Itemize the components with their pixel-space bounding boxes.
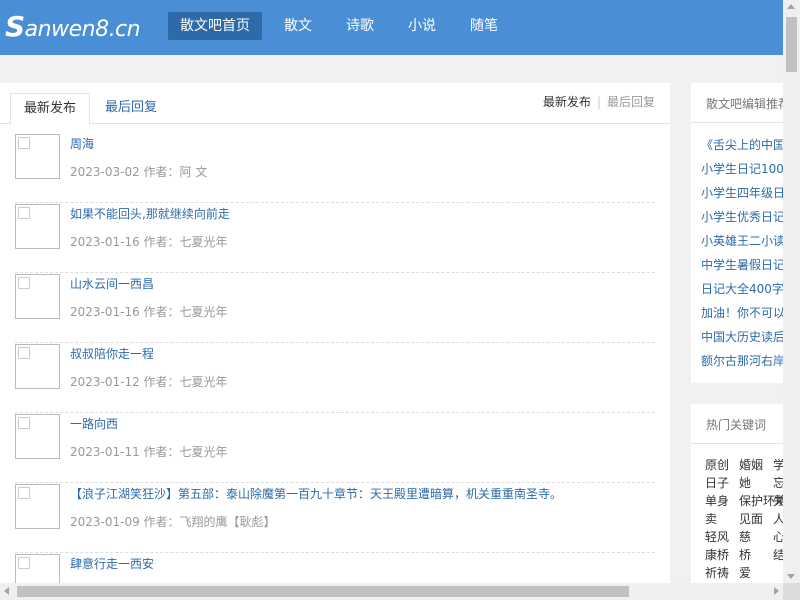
- site-logo[interactable]: Sanwen8.cn: [5, 10, 141, 43]
- article-thumbnail[interactable]: [15, 484, 60, 529]
- list-item: 【浪子江湖笑狂沙】第五部：泰山除魔第一百九十章节：天王殿里遭暗算，机关重重南圣寺…: [15, 483, 655, 553]
- article-title-link[interactable]: 肆意行走一西安: [70, 555, 154, 572]
- article-meta: 2023-03-02 作者：阿 文: [70, 165, 208, 179]
- scrollbar-corner: [783, 583, 800, 600]
- article-meta: 2023-01-16 作者：七夏光年: [70, 235, 228, 249]
- article-title-link[interactable]: 周海: [70, 135, 94, 152]
- tab-latest[interactable]: 最新发布: [10, 93, 90, 125]
- recommend-title: 散文吧编辑推荐: [706, 97, 791, 111]
- vertical-scrollbar[interactable]: [783, 0, 800, 583]
- keyword-link[interactable]: 见面: [739, 510, 773, 528]
- article-title-link[interactable]: 山水云间一西昌: [70, 275, 154, 292]
- nav-novel[interactable]: 小说: [396, 12, 448, 40]
- keywords-title: 热门关键词: [706, 418, 767, 432]
- article-thumbnail[interactable]: [15, 344, 60, 389]
- tab-bar: 最新发布 最后回复 最新发布 | 最后回复: [0, 83, 670, 125]
- keyword-link[interactable]: 单身: [705, 492, 739, 510]
- nav-prose[interactable]: 散文: [272, 12, 324, 40]
- article-meta: 2023-01-12 作者：七夏光年: [70, 375, 228, 389]
- vertical-scroll-thumb[interactable]: [786, 17, 797, 72]
- list-item: 山水云间一西昌 2023-01-16 作者：七夏光年: [15, 273, 655, 343]
- keyword-link[interactable]: 日子: [705, 474, 739, 492]
- scroll-up-icon[interactable]: [787, 4, 795, 9]
- article-title-link[interactable]: 叔叔陪你走一程: [70, 345, 154, 362]
- article-list: 周海 2023-03-02 作者：阿 文 如果不能回头,那就继续向前走 2023…: [15, 133, 655, 588]
- horizontal-scroll-thumb[interactable]: [17, 586, 629, 597]
- keyword-link[interactable]: 桥: [739, 546, 773, 564]
- site-header: Sanwen8.cn 散文吧首页 散文 诗歌 小说 随笔: [0, 0, 783, 55]
- keyword-link[interactable]: 康桥: [705, 546, 739, 564]
- keyword-link[interactable]: 轻风: [705, 528, 739, 546]
- article-thumbnail[interactable]: [15, 274, 60, 319]
- keyword-link[interactable]: 卖: [705, 510, 739, 528]
- keyword-link[interactable]: 慈: [739, 528, 773, 546]
- keyword-link[interactable]: 保护环境: [739, 492, 787, 510]
- nav-essay[interactable]: 随笔: [458, 12, 510, 40]
- article-thumbnail[interactable]: [15, 134, 60, 179]
- scroll-right-icon[interactable]: [774, 587, 779, 595]
- list-item: 一路向西 2023-01-11 作者：七夏光年: [15, 413, 655, 483]
- nav-poetry[interactable]: 诗歌: [334, 12, 386, 40]
- keyword-link[interactable]: 她: [739, 474, 773, 492]
- keyword-link[interactable]: 婚姻: [739, 456, 773, 474]
- keyword-link[interactable]: 祈祷: [705, 564, 739, 582]
- keyword-link[interactable]: 爱: [739, 564, 773, 582]
- scroll-down-icon[interactable]: [787, 574, 795, 579]
- article-panel: 最新发布 最后回复 最新发布 | 最后回复 周海 2023-03-02 作者：阿 文…: [0, 83, 670, 588]
- article-title-link[interactable]: 【浪子江湖笑狂沙】第五部：泰山除魔第一百九十章节：天王殿里遭暗算，机关重重南圣寺…: [70, 485, 562, 502]
- article-meta: 2023-01-16 作者：七夏光年: [70, 305, 228, 319]
- scroll-left-icon[interactable]: [4, 587, 9, 595]
- article-meta: 2023-01-11 作者：七夏光年: [70, 445, 228, 459]
- article-thumbnail[interactable]: [15, 204, 60, 249]
- sort-separator: |: [596, 95, 601, 109]
- article-thumbnail[interactable]: [15, 414, 60, 459]
- keyword-link[interactable]: 原创: [705, 456, 739, 474]
- tab-last-reply[interactable]: 最后回复: [105, 93, 157, 125]
- sort-links: 最新发布 | 最后回复: [543, 93, 655, 110]
- list-item: 周海 2023-03-02 作者：阿 文: [15, 133, 655, 203]
- main-nav: 散文吧首页 散文 诗歌 小说 随笔: [168, 12, 520, 40]
- nav-home[interactable]: 散文吧首页: [168, 12, 262, 40]
- article-meta: 2023-01-09 作者：飞翔的鹰【耿彪】: [70, 515, 276, 529]
- sort-latest-link[interactable]: 最新发布: [543, 95, 591, 109]
- article-title-link[interactable]: 一路向西: [70, 415, 118, 432]
- sort-last-reply-link[interactable]: 最后回复: [607, 95, 655, 109]
- list-item: 叔叔陪你走一程 2023-01-12 作者：七夏光年: [15, 343, 655, 413]
- horizontal-scrollbar[interactable]: [0, 583, 783, 600]
- list-item: 如果不能回头,那就继续向前走 2023-01-16 作者：七夏光年: [15, 203, 655, 273]
- article-title-link[interactable]: 如果不能回头,那就继续向前走: [70, 205, 230, 222]
